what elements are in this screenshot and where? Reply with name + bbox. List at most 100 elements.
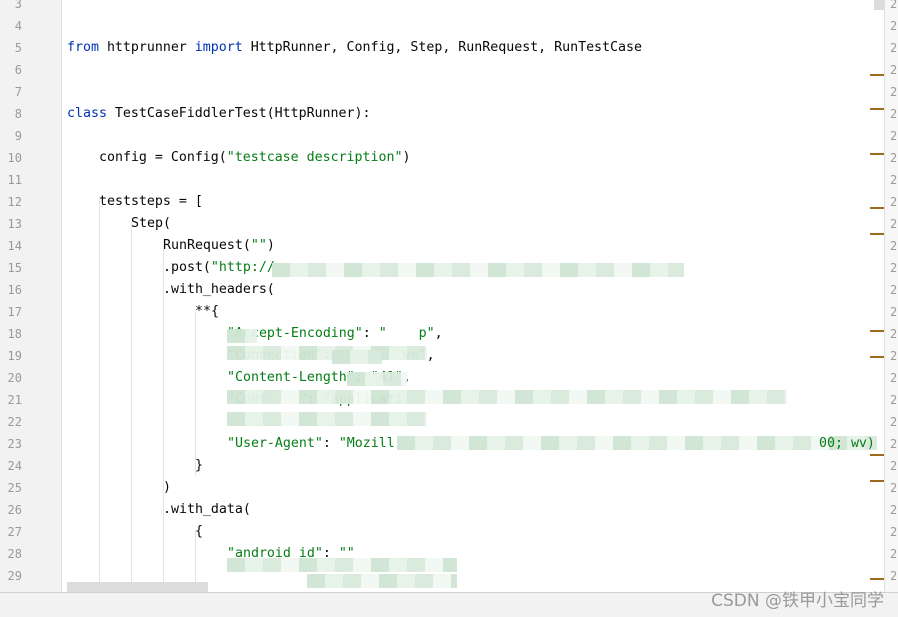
horizontal-scrollbar-thumb[interactable] xyxy=(67,582,208,592)
code-line[interactable]: "Accept-Encoding": " p", xyxy=(227,323,443,345)
right-gutter-number: 2 xyxy=(890,217,898,231)
line-number: 12 xyxy=(7,195,22,209)
indent-guide xyxy=(163,244,164,592)
line-number: 4 xyxy=(14,19,22,33)
string-token: 00; wv) xyxy=(819,436,875,451)
keyword-token: from xyxy=(67,40,99,55)
change-marker[interactable] xyxy=(870,454,884,456)
line-number: 29 xyxy=(7,569,22,583)
watermark: CSDN @铁甲小宝同学 xyxy=(711,591,884,611)
code-token: teststeps = [ xyxy=(99,194,203,209)
line-number: 7 xyxy=(14,85,22,99)
right-gutter-number: 2 xyxy=(890,239,898,253)
code-token: config = Config( xyxy=(99,150,227,165)
indent-guide xyxy=(195,310,196,476)
code-editor[interactable]: from httprunner import HttpRunner, Confi… xyxy=(67,0,882,592)
line-number-gutter: 3 4 5 6 7 8 9 10 11 12 13 14 15 16 17 18 19 20 21 22 23 24 25 2… xyxy=(0,0,62,592)
code-line[interactable]: Step( xyxy=(131,213,171,235)
scrollbar-thumb[interactable] xyxy=(874,0,884,10)
redacted-blur xyxy=(332,350,382,364)
code-line[interactable]: "User-Agent": "Mozill xyxy=(227,433,395,455)
code-line[interactable]: ) xyxy=(163,477,171,499)
right-gutter-number: 2 xyxy=(890,525,898,539)
code-line[interactable]: teststeps = [ xyxy=(99,191,203,213)
code-line[interactable]: .post("http:// xyxy=(163,257,275,279)
right-gutter-number: 2 xyxy=(890,107,898,121)
string-token: "User-Agent" xyxy=(227,436,323,451)
change-marker[interactable] xyxy=(870,153,884,155)
code-line[interactable]: **{ xyxy=(195,301,219,323)
change-marker[interactable] xyxy=(870,233,884,235)
string-token: "testcase description" xyxy=(226,150,403,165)
change-marker[interactable] xyxy=(870,74,884,76)
change-marker[interactable] xyxy=(870,108,884,110)
code-line[interactable]: class TestCaseFiddlerTest(HttpRunner): xyxy=(67,103,370,125)
redacted-blur xyxy=(397,436,877,450)
redacted-blur xyxy=(227,346,427,360)
right-gutter-number: 2 xyxy=(890,569,898,583)
code-line[interactable]: .with_headers( xyxy=(163,279,275,301)
code-token: ) xyxy=(402,150,411,165)
line-number: 10 xyxy=(7,151,22,165)
code-token: HttpRunner, Config, Step, RunRequest, Ru… xyxy=(242,40,642,55)
redacted-blur xyxy=(347,372,407,386)
code-token: : xyxy=(322,436,339,451)
line-number: 16 xyxy=(7,283,22,297)
line-number: 21 xyxy=(7,393,22,407)
code-line[interactable]: .with_data( xyxy=(163,499,251,521)
line-number: 5 xyxy=(14,41,22,55)
right-gutter-number: 2 xyxy=(890,459,898,473)
string-token: "Content-Length" xyxy=(227,370,355,385)
line-number: 25 xyxy=(7,481,22,495)
code-line[interactable]: } xyxy=(195,455,203,477)
redacted-blur xyxy=(227,329,257,343)
indent-guide xyxy=(131,222,132,592)
line-number: 26 xyxy=(7,503,22,517)
right-gutter-number: 2 xyxy=(890,547,898,561)
line-number: 27 xyxy=(7,525,22,539)
right-gutter-number: 2 xyxy=(890,0,898,11)
code-token: **{ xyxy=(195,304,219,319)
line-number: 17 xyxy=(7,305,22,319)
line-number: 20 xyxy=(7,371,22,385)
right-gutter-number: 2 xyxy=(890,481,898,495)
code-token: .with_headers( xyxy=(163,282,275,297)
change-marker[interactable] xyxy=(870,330,884,332)
line-number: 23 xyxy=(7,437,22,451)
keyword-token: import xyxy=(194,40,243,55)
right-gutter-number: 2 xyxy=(890,327,898,341)
right-gutter-number: 2 xyxy=(890,349,898,363)
code-token: .post( xyxy=(163,260,211,275)
redacted-blur xyxy=(307,574,457,588)
right-gutter-number: 2 xyxy=(890,393,898,407)
right-gutter-number: 2 xyxy=(890,503,898,517)
change-marker[interactable] xyxy=(870,578,884,580)
right-gutter-number: 2 xyxy=(890,415,898,429)
line-number: 18 xyxy=(7,327,22,341)
line-number: 14 xyxy=(7,239,22,253)
code-token: { xyxy=(195,524,203,539)
code-line[interactable]: config = Config("testcase description") xyxy=(99,147,410,169)
keyword-token: class xyxy=(67,106,107,121)
right-gutter-number: 2 xyxy=(890,129,898,143)
redacted-blur xyxy=(227,558,457,572)
line-number: 19 xyxy=(7,349,22,363)
string-token: "http:// xyxy=(210,260,275,275)
right-gutter-number: 2 xyxy=(890,261,898,275)
code-token: , xyxy=(426,348,435,363)
line-number: 13 xyxy=(7,217,22,231)
code-line[interactable]: from httprunner import HttpRunner, Confi… xyxy=(67,37,642,59)
redacted-blur xyxy=(227,390,787,404)
code-line[interactable]: { xyxy=(195,521,203,543)
change-marker[interactable] xyxy=(870,480,884,482)
code-line[interactable]: RunRequest("") xyxy=(163,235,275,257)
redacted-blur xyxy=(227,412,427,426)
change-marker[interactable] xyxy=(870,207,884,209)
line-number: 9 xyxy=(14,129,22,143)
code-token: ) xyxy=(163,480,171,495)
code-token: httprunner xyxy=(98,40,195,55)
line-number: 24 xyxy=(7,459,22,473)
line-number: 28 xyxy=(7,547,22,561)
indent-guide xyxy=(99,200,100,592)
change-marker[interactable] xyxy=(870,356,884,358)
